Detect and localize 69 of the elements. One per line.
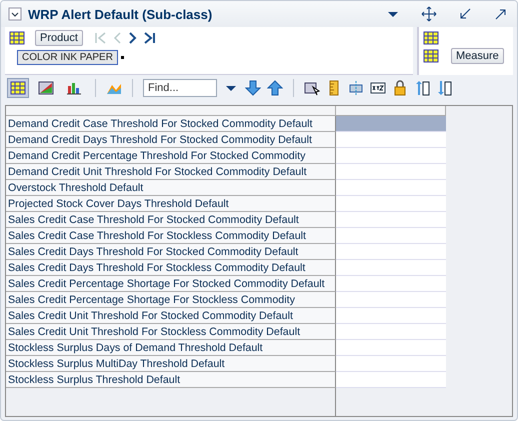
collapse-button[interactable] [8,6,22,22]
row-header[interactable]: Stockless Surplus Days of Demand Threshold Default [6,340,336,356]
row-header[interactable]: Demand Credit Unit Threshold For Stocked Commodity Default [6,164,336,180]
table-cell[interactable] [336,132,446,148]
row-header[interactable]: Demand Credit Days Threshold For Stocked Commodity Default [6,132,336,148]
row-header[interactable]: Sales Credit Unit Threshold For Stocked Commodity Default [6,308,336,324]
view-button[interactable] [7,78,29,98]
table-cell[interactable] [336,244,446,260]
table-cell[interactable] [336,260,446,276]
bar-chart-icon [66,80,82,96]
table-cell[interactable] [336,228,446,244]
select-button[interactable] [304,80,320,96]
table-cell[interactable] [336,292,446,308]
row-header[interactable]: Stockless Surplus Threshold Default [6,372,336,388]
table-cell[interactable] [336,308,446,324]
move-icon [421,6,437,22]
table-cell[interactable] [336,148,446,164]
sort-descending-button[interactable] [436,80,452,96]
table-cell[interactable] [336,180,446,196]
arrow-down-icon [245,80,261,96]
row-header[interactable]: Sales Credit Percentage Shortage For Stockless Commodity [6,292,336,308]
table-cell[interactable] [336,212,446,228]
dimension-button[interactable]: Measure [451,48,504,64]
split-table-icon [348,80,364,96]
row-header[interactable]: Sales Credit Percentage Shortage For Stocked Commodity Default [6,276,336,292]
row-header[interactable]: Projected Stock Cover Days Threshold Default [6,196,336,212]
sort-ascending-icon [414,80,430,96]
table-icon [10,80,26,96]
table-cursor-icon [304,80,320,96]
last-page-icon [142,30,157,46]
row-header[interactable]: Sales Credit Unit Threshold For Stockless Commodity Default [6,324,336,340]
row-header[interactable]: Sales Credit Case Threshold For Stocked Commodity Default [6,212,336,228]
split-button[interactable] [348,80,364,96]
chart-icon [38,80,54,96]
find-previous-button[interactable] [267,80,283,96]
grid-icon [423,48,439,64]
dimension-button[interactable]: Product [35,30,83,46]
table-cell[interactable] [336,276,446,292]
lock-icon [392,80,408,96]
table-cell[interactable] [336,324,446,340]
filter-tag[interactable]: COLOR INK PAPER [17,50,118,65]
pivot-button[interactable] [370,80,386,96]
lock-button[interactable] [392,80,408,96]
row-header[interactable]: Demand Credit Percentage Threshold For Stocked Commodity [6,148,336,164]
table-cell[interactable] [336,372,446,388]
table-cell[interactable] [336,356,446,372]
arrow-up-icon [267,80,283,96]
row-header[interactable]: Sales Credit Case Threshold For Stockless Commodity Default [6,228,336,244]
table-cell[interactable] [336,340,446,356]
row-header[interactable]: Demand Credit Case Threshold For Stocked Commodity Default [6,116,336,132]
find-next-button[interactable] [245,80,261,96]
grid-icon [9,30,25,46]
xyz-icon [370,80,386,96]
grid-icon [423,30,439,46]
window-title: WRP Alert Default (Sub-class) [28,6,214,22]
find-field[interactable]: Find... [143,79,217,97]
row-header[interactable]: Sales Credit Days Threshold For Stocked Commodity Default [6,244,336,260]
sort-descending-icon [436,80,452,96]
table-cell[interactable] [336,116,446,132]
sort-ascending-button[interactable] [414,80,430,96]
table-cell[interactable] [336,196,446,212]
row-header[interactable]: Overstock Threshold Default [6,180,336,196]
chevron-icon [8,6,22,22]
row-header[interactable]: Stockless Surplus MultiDay Threshold Default [6,356,336,372]
first-page-icon [92,30,107,46]
next-page-icon [126,30,139,46]
table-cell[interactable] [336,164,446,180]
row-header[interactable]: Sales Credit Days Threshold For Stockless Commodity Default [6,260,336,276]
move-button[interactable] [421,6,437,22]
